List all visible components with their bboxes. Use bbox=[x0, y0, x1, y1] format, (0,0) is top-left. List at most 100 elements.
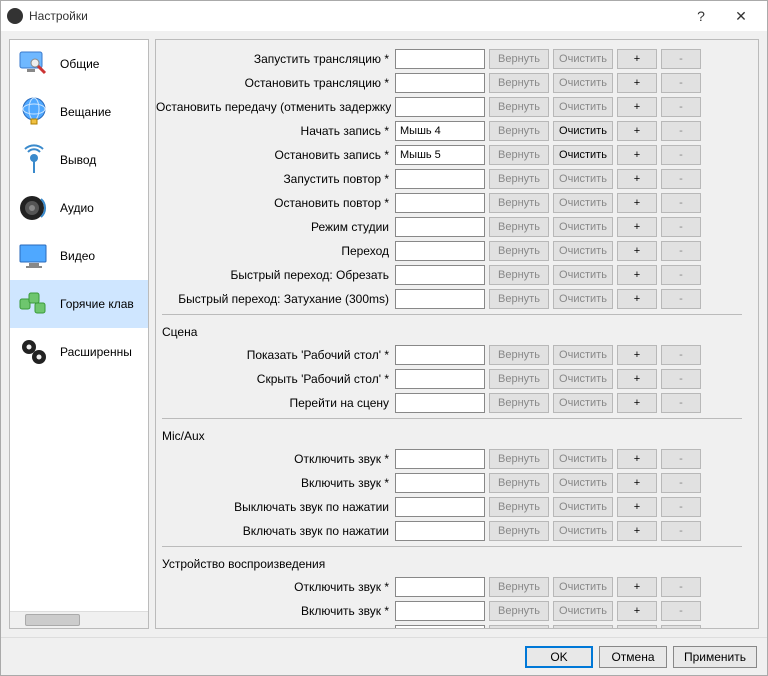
clear-button[interactable]: Очистить bbox=[553, 49, 613, 69]
hotkey-input[interactable] bbox=[395, 473, 485, 493]
hotkey-input[interactable] bbox=[395, 369, 485, 389]
clear-button[interactable]: Очистить bbox=[553, 289, 613, 309]
revert-button[interactable]: Вернуть bbox=[489, 265, 549, 285]
add-button[interactable]: + bbox=[617, 521, 657, 541]
clear-button[interactable]: Очистить bbox=[553, 241, 613, 261]
remove-button[interactable]: - bbox=[661, 217, 701, 237]
remove-button[interactable]: - bbox=[661, 521, 701, 541]
revert-button[interactable]: Вернуть bbox=[489, 521, 549, 541]
add-button[interactable]: + bbox=[617, 265, 657, 285]
revert-button[interactable]: Вернуть bbox=[489, 393, 549, 413]
add-button[interactable]: + bbox=[617, 193, 657, 213]
add-button[interactable]: + bbox=[617, 289, 657, 309]
add-button[interactable]: + bbox=[617, 497, 657, 517]
clear-button[interactable]: Очистить bbox=[553, 145, 613, 165]
remove-button[interactable]: - bbox=[661, 625, 701, 630]
remove-button[interactable]: - bbox=[661, 449, 701, 469]
remove-button[interactable]: - bbox=[661, 73, 701, 93]
add-button[interactable]: + bbox=[617, 145, 657, 165]
clear-button[interactable]: Очистить bbox=[553, 121, 613, 141]
hotkey-input[interactable] bbox=[395, 577, 485, 597]
close-button[interactable]: ✕ bbox=[721, 1, 761, 31]
clear-button[interactable]: Очистить bbox=[553, 169, 613, 189]
sidebar-item-output[interactable]: Вывод bbox=[10, 136, 148, 184]
hotkey-input[interactable] bbox=[395, 193, 485, 213]
hotkey-input[interactable] bbox=[395, 217, 485, 237]
add-button[interactable]: + bbox=[617, 345, 657, 365]
revert-button[interactable]: Вернуть bbox=[489, 169, 549, 189]
add-button[interactable]: + bbox=[617, 49, 657, 69]
hotkey-input[interactable] bbox=[395, 521, 485, 541]
hotkey-input[interactable] bbox=[395, 345, 485, 365]
revert-button[interactable]: Вернуть bbox=[489, 193, 549, 213]
hotkey-input[interactable] bbox=[395, 97, 485, 117]
remove-button[interactable]: - bbox=[661, 241, 701, 261]
remove-button[interactable]: - bbox=[661, 121, 701, 141]
remove-button[interactable]: - bbox=[661, 97, 701, 117]
apply-button[interactable]: Применить bbox=[673, 646, 757, 668]
clear-button[interactable]: Очистить bbox=[553, 449, 613, 469]
remove-button[interactable]: - bbox=[661, 601, 701, 621]
remove-button[interactable]: - bbox=[661, 289, 701, 309]
hotkey-input[interactable] bbox=[395, 289, 485, 309]
add-button[interactable]: + bbox=[617, 241, 657, 261]
remove-button[interactable]: - bbox=[661, 577, 701, 597]
revert-button[interactable]: Вернуть bbox=[489, 289, 549, 309]
clear-button[interactable]: Очистить bbox=[553, 193, 613, 213]
ok-button[interactable]: OK bbox=[525, 646, 593, 668]
hotkey-input[interactable] bbox=[395, 241, 485, 261]
remove-button[interactable]: - bbox=[661, 49, 701, 69]
clear-button[interactable]: Очистить bbox=[553, 73, 613, 93]
clear-button[interactable]: Очистить bbox=[553, 521, 613, 541]
clear-button[interactable]: Очистить bbox=[553, 265, 613, 285]
hotkey-input[interactable] bbox=[395, 625, 485, 630]
add-button[interactable]: + bbox=[617, 449, 657, 469]
clear-button[interactable]: Очистить bbox=[553, 217, 613, 237]
add-button[interactable]: + bbox=[617, 217, 657, 237]
cancel-button[interactable]: Отмена bbox=[599, 646, 667, 668]
sidebar-item-hotkeys[interactable]: Горячие клав bbox=[10, 280, 148, 328]
clear-button[interactable]: Очистить bbox=[553, 625, 613, 630]
add-button[interactable]: + bbox=[617, 169, 657, 189]
clear-button[interactable]: Очистить bbox=[553, 473, 613, 493]
revert-button[interactable]: Вернуть bbox=[489, 497, 549, 517]
clear-button[interactable]: Очистить bbox=[553, 97, 613, 117]
sidebar-scrollbar[interactable] bbox=[10, 611, 148, 628]
hotkey-input[interactable] bbox=[395, 449, 485, 469]
revert-button[interactable]: Вернуть bbox=[489, 145, 549, 165]
hotkey-input[interactable] bbox=[395, 73, 485, 93]
revert-button[interactable]: Вернуть bbox=[489, 577, 549, 597]
revert-button[interactable]: Вернуть bbox=[489, 217, 549, 237]
revert-button[interactable]: Вернуть bbox=[489, 449, 549, 469]
add-button[interactable]: + bbox=[617, 97, 657, 117]
revert-button[interactable]: Вернуть bbox=[489, 121, 549, 141]
revert-button[interactable]: Вернуть bbox=[489, 625, 549, 630]
revert-button[interactable]: Вернуть bbox=[489, 49, 549, 69]
remove-button[interactable]: - bbox=[661, 473, 701, 493]
remove-button[interactable]: - bbox=[661, 145, 701, 165]
clear-button[interactable]: Очистить bbox=[553, 577, 613, 597]
clear-button[interactable]: Очистить bbox=[553, 345, 613, 365]
hotkey-input[interactable] bbox=[395, 145, 485, 165]
revert-button[interactable]: Вернуть bbox=[489, 97, 549, 117]
sidebar-item-audio[interactable]: Аудио bbox=[10, 184, 148, 232]
revert-button[interactable]: Вернуть bbox=[489, 73, 549, 93]
clear-button[interactable]: Очистить bbox=[553, 601, 613, 621]
remove-button[interactable]: - bbox=[661, 345, 701, 365]
remove-button[interactable]: - bbox=[661, 265, 701, 285]
add-button[interactable]: + bbox=[617, 577, 657, 597]
hotkey-input[interactable] bbox=[395, 121, 485, 141]
add-button[interactable]: + bbox=[617, 473, 657, 493]
revert-button[interactable]: Вернуть bbox=[489, 473, 549, 493]
clear-button[interactable]: Очистить bbox=[553, 369, 613, 389]
remove-button[interactable]: - bbox=[661, 393, 701, 413]
revert-button[interactable]: Вернуть bbox=[489, 369, 549, 389]
remove-button[interactable]: - bbox=[661, 193, 701, 213]
add-button[interactable]: + bbox=[617, 369, 657, 389]
hotkey-input[interactable] bbox=[395, 601, 485, 621]
add-button[interactable]: + bbox=[617, 393, 657, 413]
hotkey-input[interactable] bbox=[395, 497, 485, 517]
add-button[interactable]: + bbox=[617, 625, 657, 630]
remove-button[interactable]: - bbox=[661, 497, 701, 517]
revert-button[interactable]: Вернуть bbox=[489, 345, 549, 365]
